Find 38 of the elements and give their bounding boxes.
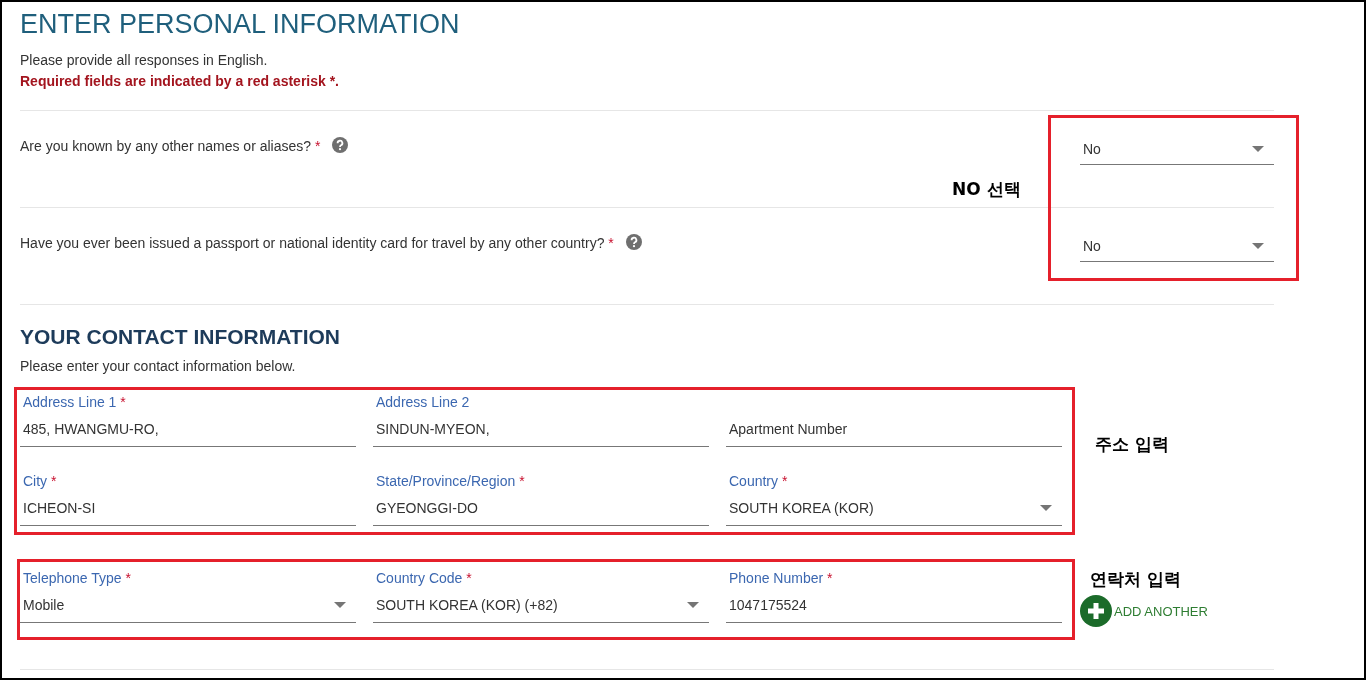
- field-label: State/Province/Region *: [376, 473, 525, 489]
- question-label: Have you ever been issued a passport or national identity card for travel by any other country? *: [20, 234, 614, 253]
- field-label: Address Line 2: [376, 394, 470, 410]
- help-icon[interactable]: [625, 234, 642, 250]
- input-field[interactable]: GYEONGGI-DO: [373, 490, 709, 526]
- input-field[interactable]: ICHEON-SI: [20, 490, 356, 526]
- field-label: Telephone Type *: [23, 570, 131, 586]
- input-field[interactable]: 1047175524: [726, 587, 1062, 623]
- add-another-button[interactable]: ADD ANOTHER: [1080, 595, 1208, 627]
- caret-icon: [1040, 504, 1052, 511]
- required-note: Required fields are indicated by a red asterisk *.: [20, 72, 340, 91]
- annotation-text: 연락처 입력: [1090, 568, 1181, 591]
- field-label: Country *: [729, 473, 788, 489]
- intro-text: Please provide all responses in English.: [20, 51, 269, 70]
- select-field[interactable]: No: [1080, 133, 1274, 165]
- caret-icon: [1252, 242, 1264, 249]
- page-title: ENTER PERSONAL INFORMATION: [20, 8, 461, 40]
- caret-icon: [1252, 145, 1264, 152]
- field-label: Address Line 1 *: [23, 394, 126, 410]
- field-label: Phone Number *: [729, 570, 833, 586]
- question-label: Are you known by any other names or aliases? *: [20, 137, 321, 156]
- caret-icon: [334, 601, 346, 608]
- section-title: YOUR CONTACT INFORMATION: [20, 304, 1274, 350]
- select-field[interactable]: SOUTH KOREA (KOR) (+82): [373, 587, 709, 623]
- input-field[interactable]: SINDUN-MYEON,: [373, 411, 709, 447]
- annotation-text: 주소 입력: [1095, 433, 1169, 456]
- select-field[interactable]: No: [1080, 230, 1274, 262]
- field-label: City *: [23, 473, 57, 489]
- help-icon[interactable]: [332, 137, 349, 153]
- section-intro: Please enter your contact information below.: [20, 357, 297, 376]
- input-field[interactable]: 485, HWANGMU-RO,: [20, 411, 356, 447]
- select-field[interactable]: Mobile: [20, 587, 356, 623]
- select-field[interactable]: SOUTH KOREA (KOR): [726, 490, 1062, 526]
- plus-icon: [1080, 595, 1112, 627]
- field-label: Country Code *: [376, 570, 472, 586]
- input-field[interactable]: Apartment Number: [726, 411, 1062, 447]
- annotation-text: NO 선택: [952, 178, 1021, 201]
- caret-icon: [687, 601, 699, 608]
